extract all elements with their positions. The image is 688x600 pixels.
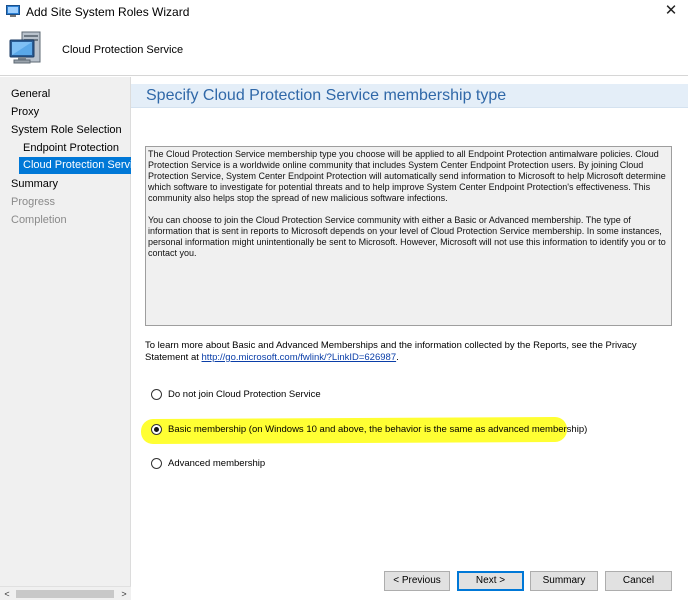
option-label: Basic membership (on Windows 10 and abov…: [168, 424, 588, 435]
radio-button-selected-icon[interactable]: [151, 424, 162, 435]
sidebar-horizontal-scrollbar[interactable]: < >: [0, 586, 131, 600]
cancel-button[interactable]: Cancel: [605, 571, 672, 591]
radio-button-icon[interactable]: [151, 389, 162, 400]
wizard-app-icon: [6, 5, 20, 17]
scroll-right-arrow-icon[interactable]: >: [117, 587, 131, 600]
option-label: Advanced membership: [168, 458, 266, 469]
next-button[interactable]: Next >: [457, 571, 524, 591]
header-title: Cloud Protection Service: [62, 44, 184, 56]
previous-button[interactable]: < Previous: [384, 571, 450, 591]
learn-more-suffix: .: [396, 351, 399, 363]
sidebar-item-general[interactable]: General: [11, 86, 50, 103]
close-button[interactable]: ✕: [654, 0, 688, 24]
sidebar-item-cloud-protection-service[interactable]: Cloud Protection Service: [19, 157, 144, 174]
option-label: Do not join Cloud Protection Service: [168, 389, 321, 400]
learn-more-text: To learn more about Basic and Advanced M…: [145, 340, 670, 363]
description-paragraph-2: You can choose to join the Cloud Protect…: [148, 215, 666, 258]
sidebar-item-proxy[interactable]: Proxy: [11, 104, 39, 121]
radio-dot: [154, 427, 159, 432]
sidebar-item-progress: Progress: [11, 196, 56, 208]
window-title: Add Site System Roles Wizard: [26, 5, 190, 19]
title-bar: Add Site System Roles Wizard ✕: [0, 0, 688, 24]
description-paragraph-1: The Cloud Protection Service membership …: [148, 149, 666, 203]
sidebar-item-endpoint-protection[interactable]: Endpoint Protection: [23, 140, 119, 157]
scrollbar-thumb[interactable]: [16, 590, 114, 598]
sidebar-item-system-role-selection[interactable]: System Role Selection: [11, 122, 122, 139]
scroll-left-arrow-icon[interactable]: <: [0, 587, 14, 600]
sidebar-item-completion: Completion: [11, 214, 67, 226]
radio-button-icon[interactable]: [151, 458, 162, 469]
wizard-sidebar: General Proxy System Role Selection Endp…: [0, 77, 144, 600]
sidebar-item-summary[interactable]: Summary: [11, 176, 58, 193]
computer-icon: [9, 31, 41, 64]
page-title: Specify Cloud Protection Service members…: [146, 87, 507, 104]
page-title-band: Specify Cloud Protection Service members…: [131, 84, 688, 108]
wizard-header: Cloud Protection Service: [0, 24, 688, 76]
summary-button[interactable]: Summary: [530, 571, 598, 591]
privacy-statement-link[interactable]: http://go.microsoft.com/fwlink/?LinkID=6…: [202, 352, 397, 363]
description-textbox[interactable]: The Cloud Protection Service membership …: [145, 146, 672, 326]
